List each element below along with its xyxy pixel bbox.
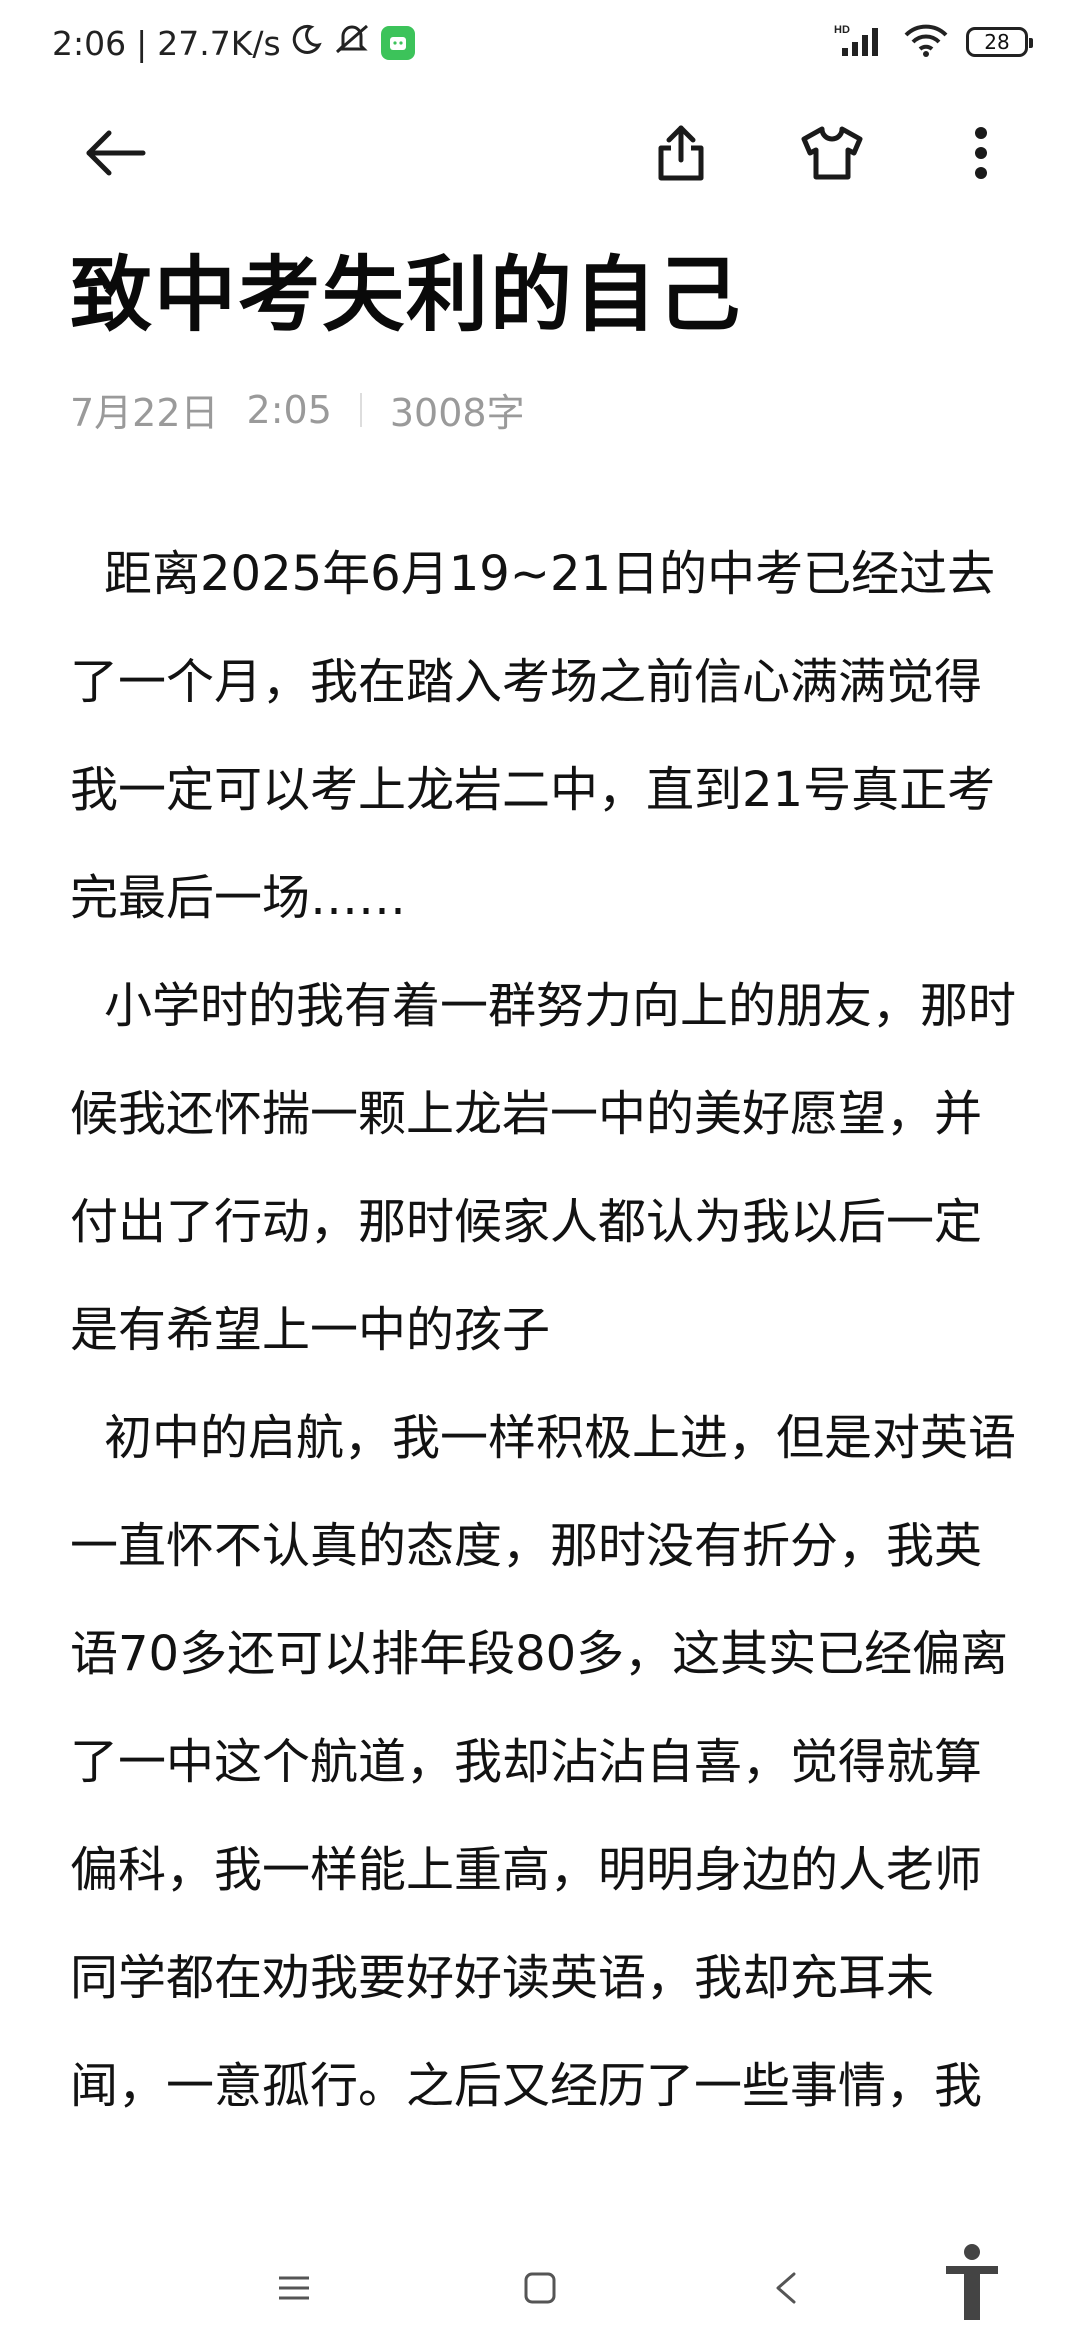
- more-options-button[interactable]: [936, 110, 1026, 200]
- share-icon: [655, 124, 707, 186]
- status-left: 2:06 | 27.7K/s: [52, 22, 415, 64]
- app-badge-icon: [380, 26, 415, 60]
- status-separator: |: [136, 23, 148, 63]
- theme-button[interactable]: [787, 110, 877, 200]
- toolbar: [0, 110, 1080, 200]
- status-right: HD 28: [834, 22, 1033, 62]
- home-icon: [523, 2271, 557, 2309]
- share-button[interactable]: [636, 110, 726, 200]
- accessibility-icon: [942, 2242, 1002, 2326]
- article-date: 7月22日: [70, 391, 219, 435]
- home-button[interactable]: [510, 2260, 570, 2320]
- word-count: 3008字: [389, 391, 525, 435]
- back-icon: [774, 2271, 798, 2309]
- menu-icon: [277, 2274, 311, 2306]
- battery-icon: 28: [966, 27, 1033, 57]
- back-button[interactable]: [70, 110, 160, 200]
- status-time: 2:06: [52, 23, 127, 63]
- menu-button[interactable]: [264, 2260, 324, 2320]
- wifi-icon: [904, 23, 948, 61]
- article-time: 2:05: [246, 387, 332, 432]
- paragraph: 距离2025年6月19~21日的中考已经过去了一个月，我在踏入考场之前信心满满觉…: [70, 546, 996, 926]
- moon-icon: [291, 23, 323, 63]
- shirt-icon: [800, 125, 864, 185]
- back-arrow-icon: [83, 129, 147, 181]
- meta-divider: [359, 392, 362, 427]
- accessibility-button[interactable]: [932, 2244, 1012, 2324]
- navigation-bar: [0, 2244, 1080, 2340]
- status-bar: 2:06 | 27.7K/s HD 28: [0, 0, 1080, 90]
- paragraph: 初中的启航，我一样积极上进，但是对英语一直怀不认真的态度，那时没有折分，我英语7…: [70, 1410, 1017, 2114]
- more-icon: [973, 126, 989, 184]
- signal-icon: HD: [834, 22, 886, 62]
- mute-icon: [333, 22, 371, 64]
- battery-level: 28: [984, 30, 1010, 54]
- status-speed: 27.7K/s: [157, 23, 281, 63]
- article-meta: 7月22日 2:05 3008字: [70, 382, 525, 437]
- article-body[interactable]: 距离2025年6月19~21日的中考已经过去了一个月，我在踏入考场之前信心满满觉…: [70, 520, 1020, 2140]
- article-title: 致中考失利的自己: [70, 248, 743, 343]
- network-label: HD: [834, 24, 850, 36]
- nav-back-button[interactable]: [756, 2260, 816, 2320]
- paragraph: 小学时的我有着一群努力向上的朋友，那时候我还怀揣一颗上龙岩一中的美好愿望，并付出…: [70, 978, 1017, 1358]
